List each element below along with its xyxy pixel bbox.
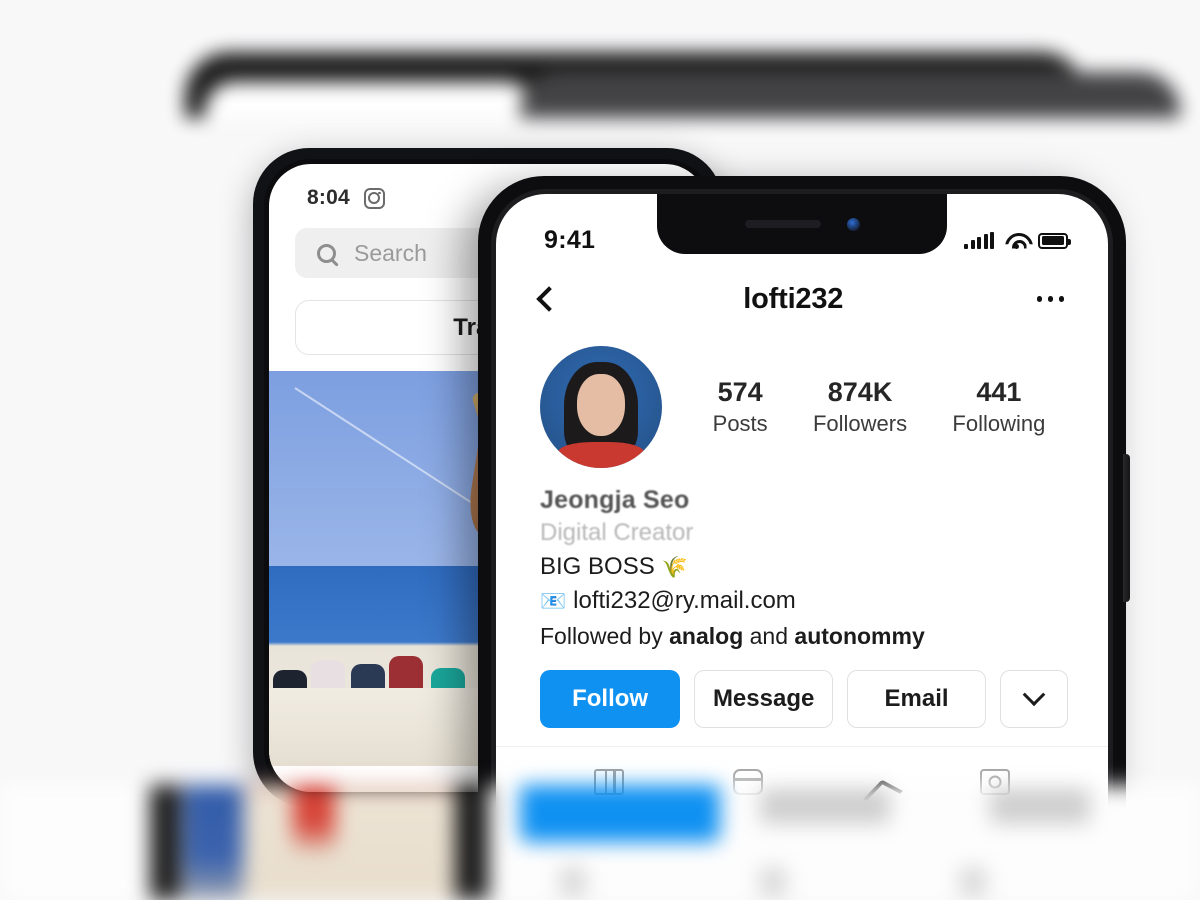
avatar-shirt [558,442,644,468]
profile-display-name: Jeongja Seo [540,486,690,514]
profile-phone-device: 9:41 lofti232 574 Posts 874K Followers 4… [478,176,1130,816]
profile-stats: 574 Posts 874K Followers 441 Following [662,376,1068,438]
blurred-background-top [0,0,1200,118]
stat-posts[interactable]: 574 Posts [713,376,768,438]
blurred-email-button [990,788,1090,824]
stat-following[interactable]: 441 Following [952,376,1045,438]
status-time: 9:41 [544,225,596,254]
blurred-tab-icon-2 [760,867,786,897]
stat-followers[interactable]: 874K Followers [813,376,907,438]
blurred-phone-shape-2 [520,72,1180,118]
message-button-label: Message [712,685,815,712]
more-actions-button[interactable] [1000,670,1068,728]
stat-following-label: Following [952,410,1046,436]
blurred-phone-edge-left [150,785,180,900]
profile-bio-line: BIG BOSS 🌾 [540,553,1068,581]
blurred-phone-edge-right [455,785,489,900]
message-button[interactable]: Message [694,670,834,728]
page-title: lofti232 [743,282,844,315]
blurred-photo [175,785,465,900]
search-icon [317,243,336,263]
profile-status-bar: 9:41 [496,194,1108,256]
stat-posts-label: Posts [712,410,768,436]
profile-header: 574 Posts 874K Followers 441 Following [496,322,1108,468]
blurred-tab-icon-1 [560,867,586,897]
profile-phone-screen: 9:41 lofti232 574 Posts 874K Followers 4… [496,194,1108,816]
battery-icon [1038,232,1071,249]
follow-button[interactable]: Follow [540,670,681,728]
email-button-label: Email [884,685,949,712]
wifi-icon [1005,232,1027,249]
blurred-tab-icon-3 [960,867,986,897]
email-emoji-icon: 📧 [540,589,567,613]
profile-email-line[interactable]: 📧 lofti232@ry.mail.com [540,587,1068,615]
email-button[interactable]: Email [847,670,986,728]
explore-search-placeholder: Search [354,239,427,266]
flower-emoji-icon: 🌾 [661,555,688,579]
more-options-icon[interactable] [1036,296,1064,302]
followed-by-user-2[interactable]: autonommy [794,623,924,649]
avatar-face [577,374,625,436]
blurred-screen-shape [205,82,535,118]
stat-following-value: 441 [976,376,1022,407]
stat-followers-label: Followers [812,410,908,436]
profile-email-text: lofti232@ry.mail.com [573,587,796,614]
chevron-down-icon [1022,683,1046,707]
followed-by-prefix: Followed by [540,623,670,649]
profile-navbar: lofti232 [496,256,1108,322]
profile-category: Digital Creator [540,519,694,546]
instagram-camera-icon [363,187,385,209]
blurred-follow-button [520,785,720,842]
followed-by-middle: and [743,623,795,649]
profile-avatar[interactable] [540,346,662,468]
status-icons [964,231,1071,249]
explore-status-time: 8:04 [307,186,350,209]
profile-bio: Jeongja Seo Digital Creator BIG BOSS 🌾 📧… [496,468,1108,650]
profile-phone-bezel: 9:41 lofti232 574 Posts 874K Followers 4… [491,189,1113,816]
follow-button-label: Follow [572,685,649,712]
blurred-background-bottom [0,785,1200,900]
profile-action-buttons: Follow Message Email [496,650,1108,728]
profile-bio-text: BIG BOSS [540,553,655,580]
followed-by-user-1[interactable]: analog [669,623,743,649]
blurred-message-button [760,788,890,824]
stat-followers-value: 874K [827,376,893,407]
power-button[interactable] [1123,454,1130,602]
stat-posts-value: 574 [717,376,763,407]
screenshot-stage: 8:04 Search Travel [0,0,1200,900]
signal-bars-icon [964,231,994,249]
followed-by-text: Followed by analog and autonommy [540,623,1068,650]
